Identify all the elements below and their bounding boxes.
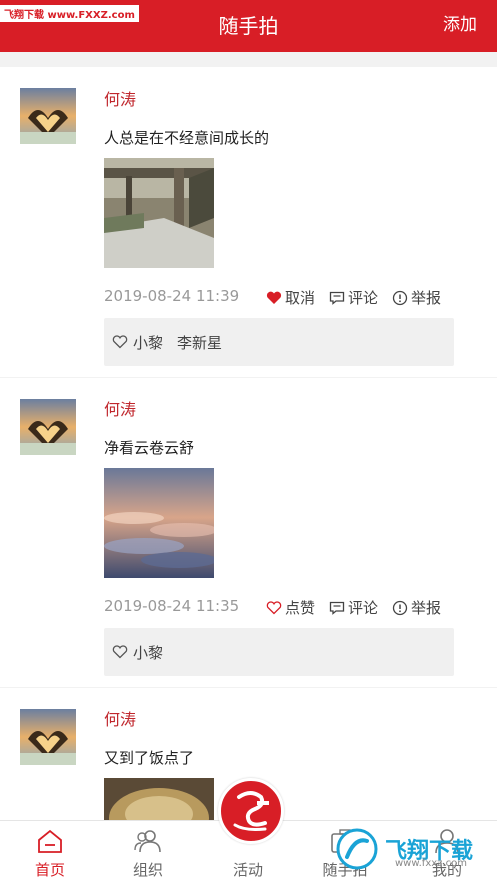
- watermark-logo: 飞翔下载 www.fxxz.com: [335, 824, 485, 874]
- tab-organization[interactable]: 组织: [113, 825, 183, 880]
- report-button[interactable]: 举报: [392, 287, 441, 308]
- post-username[interactable]: 何涛: [104, 86, 136, 110]
- alert-circle-icon: [392, 600, 408, 615]
- post-username[interactable]: 何涛: [104, 706, 136, 730]
- home-icon: [38, 829, 62, 853]
- top-bar: 飞翔下载 www.FXXZ.com 随手拍 添加: [0, 0, 497, 52]
- comment-button[interactable]: 评论: [329, 597, 378, 618]
- heart-outline-icon: [266, 600, 282, 614]
- tab-label: 组织: [132, 861, 163, 879]
- add-button[interactable]: 添加: [443, 10, 477, 35]
- fxxz-logo-icon: [336, 828, 378, 870]
- comment-button[interactable]: 评论: [329, 287, 378, 308]
- like-label: 点赞: [284, 599, 315, 617]
- heart-outline-icon: [112, 645, 128, 659]
- report-label: 举报: [410, 289, 441, 307]
- like-button[interactable]: 取消: [266, 287, 315, 308]
- report-button[interactable]: 举报: [392, 597, 441, 618]
- post-actions: 取消 评论 举报: [252, 287, 441, 308]
- post-card: 何涛 人总是在不经意间成长的 2019-08-24 11:39 取消 评论 举报: [0, 67, 497, 377]
- heart-filled-icon: [266, 291, 282, 304]
- post-time: 2019-08-24 11:35: [104, 597, 240, 615]
- post-card: 何涛 净看云卷云舒 2019-08-24 11:35 点赞 评论 举报 小黎: [0, 378, 497, 687]
- post-text: 人总是在不经意间成长的: [104, 129, 270, 147]
- post-actions: 点赞 评论 举报: [252, 597, 441, 618]
- like-label: 取消: [284, 289, 315, 307]
- heart-outline-icon: [112, 335, 128, 349]
- likes-box: 小黎: [104, 628, 454, 676]
- comment-label: 评论: [347, 289, 378, 307]
- avatar[interactable]: [20, 88, 76, 144]
- tab-label: 首页: [34, 861, 65, 879]
- like-button[interactable]: 点赞: [266, 597, 315, 618]
- liker-name[interactable]: 李新星: [177, 332, 222, 353]
- post-photo[interactable]: [104, 778, 214, 820]
- watermark-logo-url: www.fxxz.com: [395, 858, 467, 869]
- post-username[interactable]: 何涛: [104, 396, 136, 420]
- comment-icon: [329, 291, 345, 305]
- alert-circle-icon: [392, 290, 408, 305]
- logo-icon: [233, 791, 269, 831]
- comment-label: 评论: [347, 599, 378, 617]
- liker-name[interactable]: 小黎: [133, 642, 163, 663]
- post-text: 净看云卷云舒: [104, 439, 195, 457]
- post-time: 2019-08-24 11:39: [104, 287, 240, 305]
- post-photo[interactable]: [104, 158, 214, 268]
- people-icon: [134, 830, 161, 853]
- avatar[interactable]: [20, 709, 76, 765]
- liker-name[interactable]: 小黎: [133, 332, 163, 353]
- activity-logo-button[interactable]: [218, 778, 284, 844]
- comment-icon: [329, 601, 345, 615]
- tab-home[interactable]: 首页: [15, 825, 85, 880]
- post-photo[interactable]: [104, 468, 214, 578]
- likes-box: 小黎 李新星: [104, 318, 454, 366]
- tab-label: 活动: [232, 861, 263, 879]
- report-label: 举报: [410, 599, 441, 617]
- post-text: 又到了饭点了: [104, 749, 195, 767]
- avatar[interactable]: [20, 399, 76, 455]
- page-title: 随手拍: [218, 14, 279, 38]
